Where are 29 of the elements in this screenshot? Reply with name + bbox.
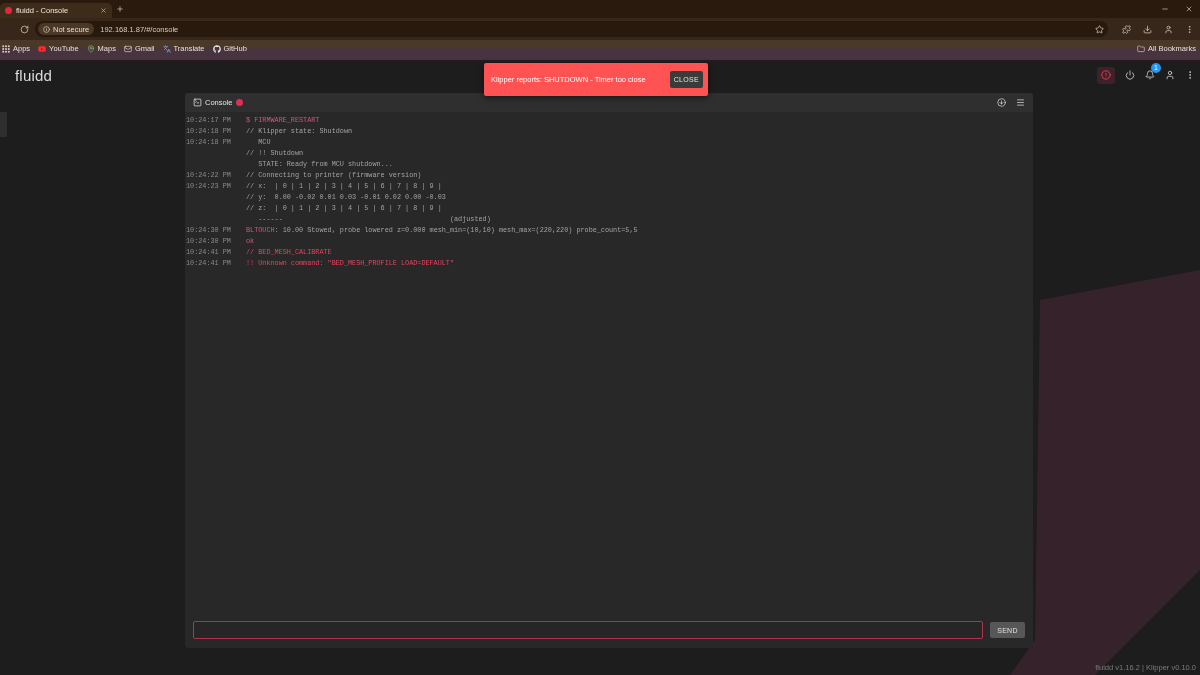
cat-icon — [212, 44, 221, 53]
user-icon[interactable] — [1165, 70, 1175, 80]
app-logo[interactable]: fluidd — [15, 66, 53, 84]
scroll-down-icon[interactable] — [997, 98, 1006, 107]
download-icon[interactable] — [1143, 24, 1152, 34]
power-icon[interactable] — [1125, 70, 1135, 80]
info-icon — [43, 25, 50, 33]
new-tab-icon[interactable] — [116, 5, 124, 13]
kebab-menu-icon[interactable] — [1185, 24, 1194, 34]
close-icon[interactable] — [100, 7, 107, 14]
status-dot-icon — [235, 99, 243, 106]
list-icon[interactable] — [1016, 98, 1025, 107]
bell-icon[interactable] — [1145, 70, 1155, 80]
translate-icon — [162, 44, 171, 53]
reload-icon[interactable] — [20, 24, 29, 34]
envelope-icon — [123, 44, 132, 53]
dot-grid-icon — [2, 44, 10, 53]
command-input[interactable] — [193, 621, 983, 639]
puzzle-icon[interactable] — [1122, 24, 1131, 34]
folder-icon — [1137, 44, 1146, 53]
favicon-icon — [5, 7, 12, 14]
avatar-icon[interactable] — [1164, 24, 1173, 34]
alert-icon — [1101, 70, 1111, 80]
play-icon — [38, 44, 47, 53]
terminal-icon — [193, 98, 202, 107]
emergency-stop-button[interactable] — [1097, 66, 1115, 84]
close-icon[interactable] — [1185, 5, 1193, 13]
star-icon[interactable] — [1095, 24, 1104, 34]
pin-icon — [86, 44, 95, 53]
